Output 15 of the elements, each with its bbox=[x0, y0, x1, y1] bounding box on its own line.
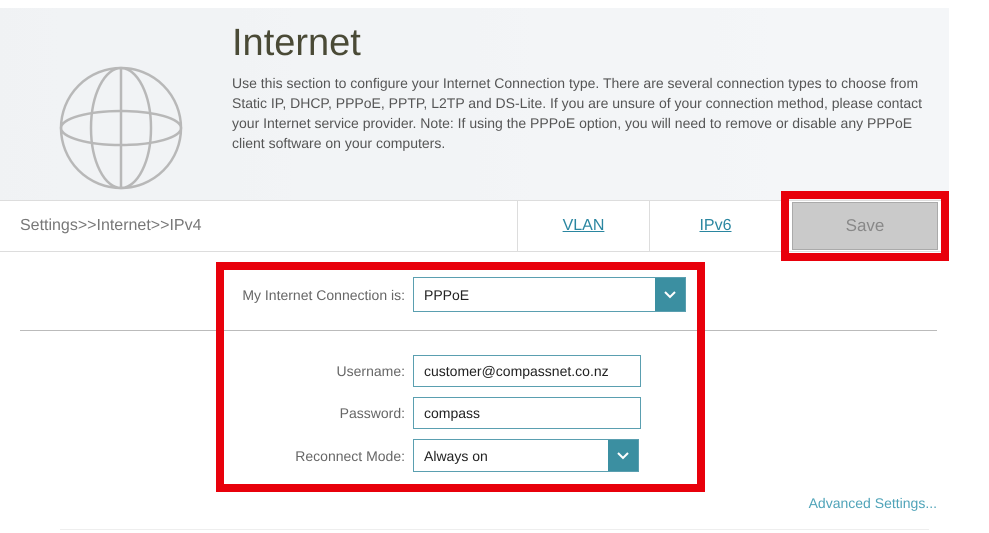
chevron-icon bbox=[655, 278, 685, 311]
field-label: Password: bbox=[338, 405, 406, 421]
field-label: My Internet Connection is: bbox=[241, 286, 406, 302]
tab-link[interactable]: VLAN bbox=[517, 201, 649, 251]
description-text: Use this section to configure your Internet Connection type. There are several connection types to choose from Static IP, DHCP, PPPoE, PPTP, L2TP and DS-Lite. If you are unsure of your connection method, please contact your Internet service provider. Note: If using the PPPoE option, you will need to remove or disable any PPPoE client software on your computers. bbox=[232, 74, 924, 153]
input-field[interactable]: compass bbox=[413, 397, 641, 429]
field-label: Username: bbox=[336, 363, 406, 379]
breadcrumb: Settings>>Internet>>IPv4 bbox=[19, 217, 202, 235]
tab-link[interactable]: IPv6 bbox=[649, 201, 781, 251]
chevron-icon bbox=[608, 440, 638, 471]
field-label: Reconnect Mode: bbox=[294, 448, 406, 464]
input-field[interactable]: customer@compassnet.co.nz bbox=[413, 355, 641, 387]
reconnect-select[interactable]: Always on bbox=[413, 439, 639, 472]
page-title: Internet bbox=[232, 22, 362, 65]
connection-select[interactable]: PPPoE bbox=[413, 277, 686, 312]
